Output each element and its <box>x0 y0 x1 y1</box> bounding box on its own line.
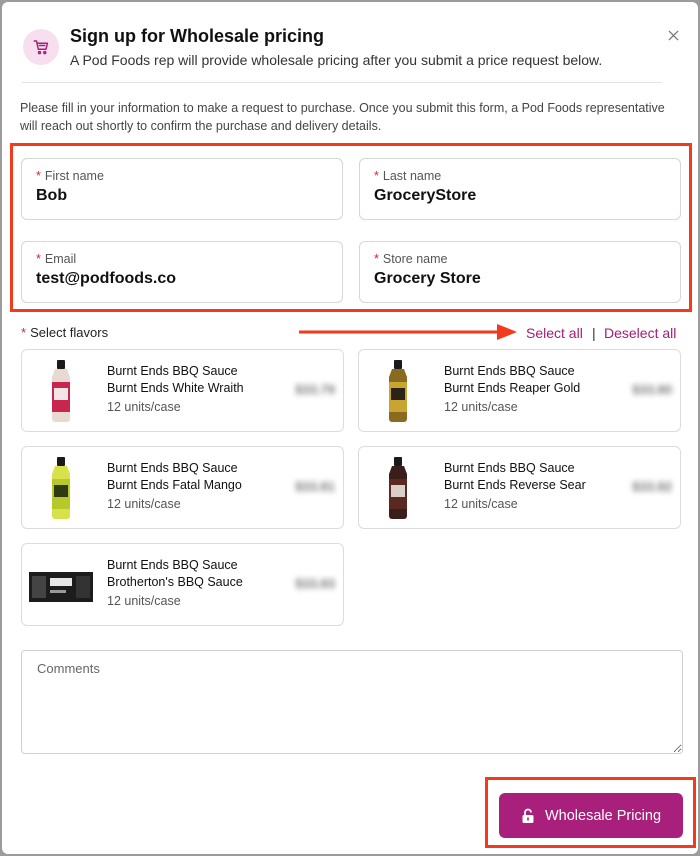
first-name-input[interactable] <box>36 187 316 205</box>
flavor-price: $33.79 <box>295 382 335 397</box>
flavor-units: 12 units/case <box>107 400 181 414</box>
flavor-price: $33.80 <box>632 382 672 397</box>
flavor-brand: Burnt Ends BBQ Sauce <box>107 461 238 475</box>
wholesale-pricing-modal: Sign up for Wholesale pricing A Pod Food… <box>2 2 698 854</box>
required-marker: * <box>374 169 379 183</box>
flavor-name: Burnt Ends Fatal Mango <box>107 478 242 492</box>
red-arrow-annotation <box>299 324 517 340</box>
required-marker: * <box>374 252 379 266</box>
first-name-label: * First name <box>36 169 104 183</box>
flavor-name: Brotherton's BBQ Sauce <box>107 575 243 589</box>
last-name-field[interactable]: * Last name <box>359 158 681 220</box>
select-flavors-label: * Select flavors <box>21 325 109 340</box>
header-divider <box>22 82 662 83</box>
deselect-all-link[interactable]: Deselect all <box>604 325 676 341</box>
product-image <box>389 457 407 519</box>
modal-title: Sign up for Wholesale pricing <box>70 26 325 46</box>
store-name-label: * Store name <box>374 252 448 266</box>
flavor-name: Burnt Ends White Wraith <box>107 381 244 395</box>
flavor-brand: Burnt Ends BBQ Sauce <box>107 364 238 378</box>
last-name-label: * Last name <box>374 169 442 183</box>
flavor-card[interactable]: Burnt Ends BBQ Sauce Burnt Ends Reaper G… <box>358 349 681 432</box>
flavor-price: $33.82 <box>632 479 672 494</box>
flavor-units: 12 units/case <box>444 497 518 511</box>
unlock-icon <box>521 808 535 824</box>
store-name-field[interactable]: * Store name <box>359 241 681 303</box>
flavor-brand: Burnt Ends BBQ Sauce <box>107 558 238 572</box>
flavor-units: 12 units/case <box>107 497 181 511</box>
link-separator: | <box>592 325 596 341</box>
wholesale-pricing-label: Wholesale Pricing <box>544 807 662 824</box>
flavor-brand: Burnt Ends BBQ Sauce <box>444 461 575 475</box>
required-marker: * <box>36 169 41 183</box>
select-all-link[interactable]: Select all <box>526 325 583 341</box>
flavor-units: 12 units/case <box>107 594 181 608</box>
intro-text: Please fill in your information to make … <box>20 101 665 133</box>
email-label: * Email <box>36 252 77 266</box>
close-icon[interactable] <box>664 26 682 44</box>
flavor-card[interactable]: Burnt Ends BBQ Sauce Burnt Ends Reverse … <box>358 446 681 529</box>
flavor-name: Burnt Ends Reaper Gold <box>444 381 581 395</box>
flavor-card[interactable]: Burnt Ends BBQ Sauce Brotherton's BBQ Sa… <box>21 543 344 626</box>
email-field[interactable]: * Email <box>21 241 343 303</box>
flavor-card[interactable]: Burnt Ends BBQ Sauce Burnt Ends White Wr… <box>21 349 344 432</box>
flavor-name: Burnt Ends Reverse Sear <box>444 478 586 492</box>
required-marker: * <box>21 325 27 340</box>
wholesale-pricing-button[interactable]: Wholesale Pricing <box>499 793 683 838</box>
flavor-card[interactable]: Burnt Ends BBQ Sauce Burnt Ends Fatal Ma… <box>21 446 344 529</box>
shopping-cart-icon <box>23 29 59 65</box>
product-image <box>389 360 407 422</box>
product-image <box>52 457 70 519</box>
flavor-units: 12 units/case <box>444 400 518 414</box>
flavor-price: $33.81 <box>295 479 335 494</box>
last-name-input[interactable] <box>374 187 654 205</box>
first-name-field[interactable]: * First name <box>21 158 343 220</box>
store-name-input[interactable] <box>374 270 654 288</box>
required-marker: * <box>36 252 41 266</box>
flavor-price: $33.83 <box>295 576 335 591</box>
flavor-brand: Burnt Ends BBQ Sauce <box>444 364 575 378</box>
modal-subtitle: A Pod Foods rep will provide wholesale p… <box>70 52 603 68</box>
product-image <box>52 360 70 422</box>
product-image <box>29 572 93 602</box>
comments-textarea[interactable] <box>21 650 683 754</box>
email-input[interactable] <box>36 270 316 288</box>
